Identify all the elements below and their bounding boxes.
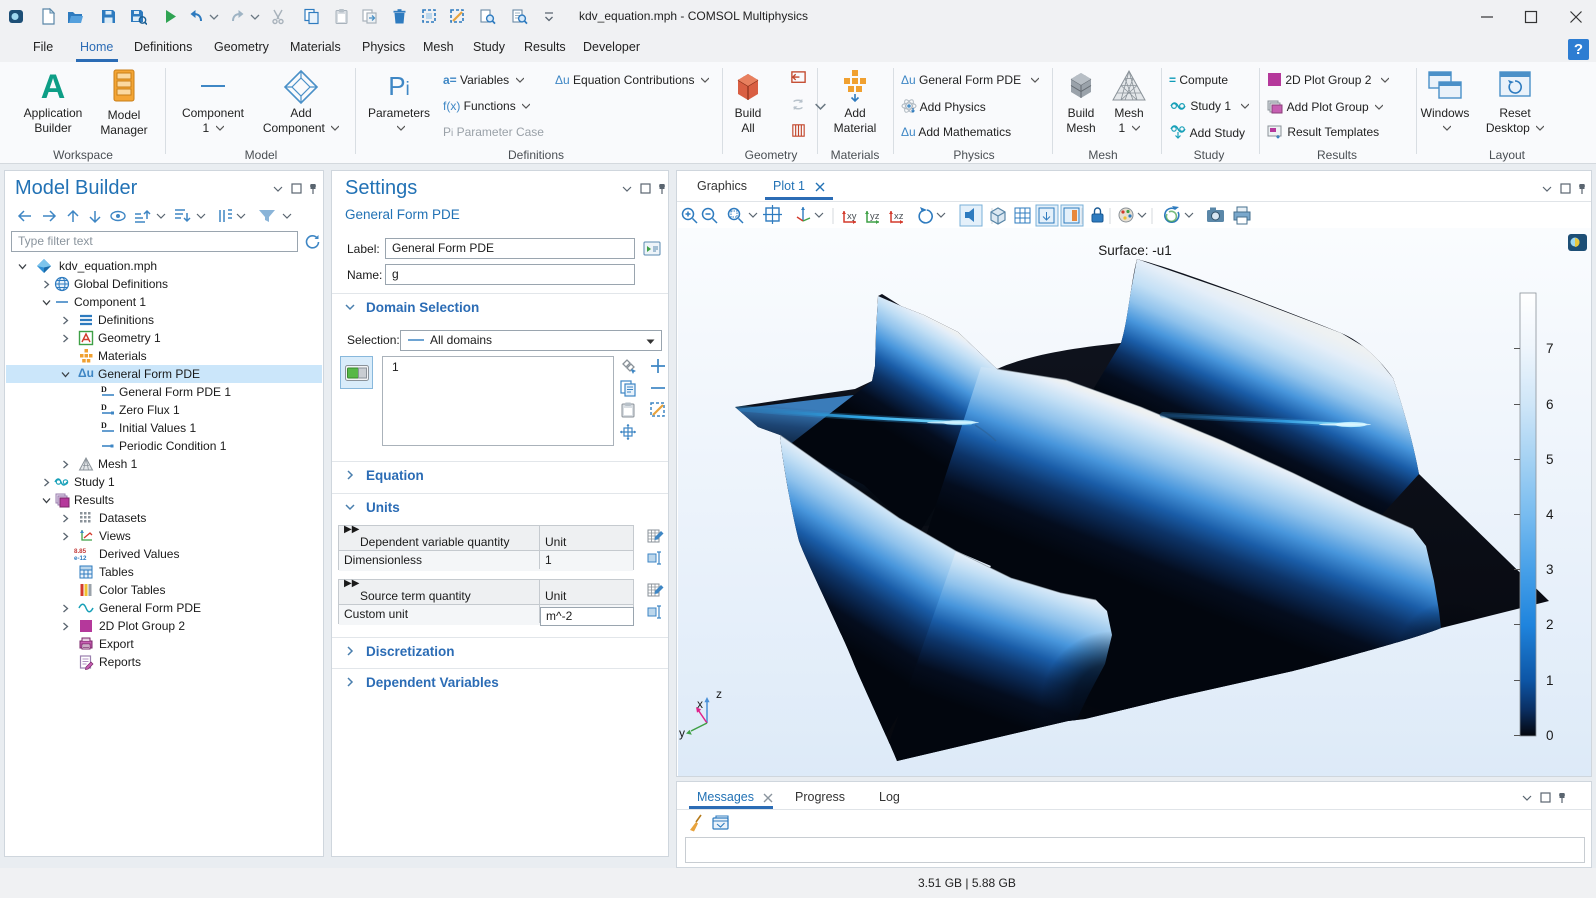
svg-text:2: 2: [1546, 617, 1554, 632]
svg-text:6: 6: [1546, 397, 1554, 412]
svg-text:e-12: e-12: [74, 555, 87, 562]
svg-text:3: 3: [1546, 562, 1554, 577]
svg-text:5: 5: [1546, 452, 1554, 467]
svg-text:7: 7: [1546, 341, 1554, 356]
svg-text:yz: yz: [870, 211, 880, 222]
svg-text:z: z: [716, 687, 722, 701]
svg-text:y: y: [679, 726, 685, 740]
svg-text:1: 1: [1546, 673, 1554, 688]
svg-text:xy: xy: [847, 211, 857, 222]
svg-text:D: D: [101, 385, 107, 394]
svg-text:xz: xz: [894, 211, 904, 222]
svg-text:0: 0: [1546, 728, 1554, 743]
svg-text:D: D: [101, 421, 107, 430]
svg-text:x: x: [697, 697, 703, 711]
svg-text:4: 4: [1546, 507, 1554, 522]
svg-text:D: D: [101, 403, 107, 412]
svg-text:Surface: -u1: Surface: -u1: [1098, 243, 1172, 258]
svg-text:8.85: 8.85: [74, 548, 87, 555]
